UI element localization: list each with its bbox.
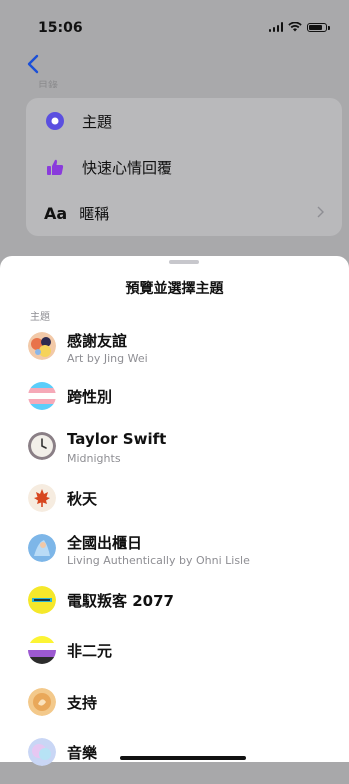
- coming-out-art-icon: [28, 534, 56, 562]
- wifi-icon: [288, 22, 302, 32]
- theme-item-coming-out-day[interactable]: 全國出櫃日 Living Authentically by Ohni Lisle: [0, 530, 349, 576]
- theme-name: 非二元: [67, 642, 113, 660]
- clock-icon: [28, 432, 56, 460]
- setting-label-nickname: 暱稱: [79, 204, 110, 223]
- section-label: 主題: [30, 312, 50, 323]
- theme-circle-icon: [44, 110, 66, 132]
- theme-name: 電馭叛客 2077: [67, 592, 174, 610]
- theme-item-music[interactable]: 音樂: [0, 738, 349, 784]
- theme-item-cyberpunk-2077[interactable]: 電馭叛客 2077: [0, 586, 349, 632]
- theme-name: 音樂: [67, 744, 98, 762]
- theme-name: 秋天: [67, 490, 98, 508]
- theme-item-taylor-swift[interactable]: Taylor Swift Midnights: [0, 428, 349, 474]
- sheet-grabber[interactable]: [169, 260, 199, 264]
- cellular-signal-icon: [268, 22, 283, 32]
- battery-icon: [307, 22, 330, 32]
- status-time: 15:06: [38, 20, 83, 36]
- support-icon: [28, 688, 56, 716]
- theme-item-nonbinary[interactable]: 非二元: [0, 636, 349, 682]
- home-indicator: [120, 756, 246, 760]
- setting-label-theme: 主題: [82, 112, 113, 131]
- theme-name: 全國出櫃日: [67, 534, 143, 552]
- theme-item-support[interactable]: 支持: [0, 688, 349, 734]
- theme-name: Taylor Swift: [67, 430, 167, 448]
- setting-row-nickname[interactable]: Aa 暱稱: [26, 190, 342, 236]
- setting-row-quick-reaction[interactable]: 快速心情回覆: [26, 144, 342, 190]
- theme-name: 跨性別: [67, 388, 113, 406]
- cyberpunk-logo-icon: [28, 586, 56, 614]
- theme-picker-sheet: 預覽並選擇主題 主題 感謝友誼 Art by Jing Wei 跨性別 Tayl…: [0, 256, 349, 766]
- trans-flag-icon: [28, 382, 56, 410]
- setting-label-quick-reaction: 快速心情回覆: [82, 158, 173, 177]
- theme-name: 感謝友誼: [67, 332, 128, 350]
- chevron-right-icon: [317, 206, 324, 218]
- friendship-art-icon: [28, 332, 56, 360]
- aa-icon: Aa: [44, 203, 68, 223]
- sheet-title: 預覽並選擇主題: [125, 281, 224, 297]
- theme-item-friendship[interactable]: 感謝友誼 Art by Jing Wei: [0, 328, 349, 374]
- theme-subtitle: Living Authentically by Ohni Lisle: [67, 554, 250, 567]
- theme-subtitle: Art by Jing Wei: [67, 352, 148, 365]
- settings-card: 主題 快速心情回覆 Aa 暱稱: [26, 98, 342, 236]
- nonbinary-flag-icon: [28, 636, 56, 664]
- cut-off-section-label: 目錄: [38, 81, 58, 88]
- theme-subtitle: Midnights: [67, 452, 121, 465]
- setting-row-theme[interactable]: 主題: [26, 98, 342, 144]
- theme-item-transgender[interactable]: 跨性別: [0, 382, 349, 428]
- background-screen: 15:06 目錄 主題 快速心情回覆 Aa 暱稱: [0, 0, 349, 262]
- back-chevron-icon[interactable]: [24, 52, 44, 76]
- theme-name: 支持: [67, 694, 98, 712]
- status-bar: 15:06: [0, 0, 349, 46]
- theme-item-autumn[interactable]: 秋天: [0, 484, 349, 530]
- thumbs-up-icon: [44, 156, 66, 178]
- status-icons: [268, 22, 330, 32]
- maple-leaf-icon: [28, 484, 56, 512]
